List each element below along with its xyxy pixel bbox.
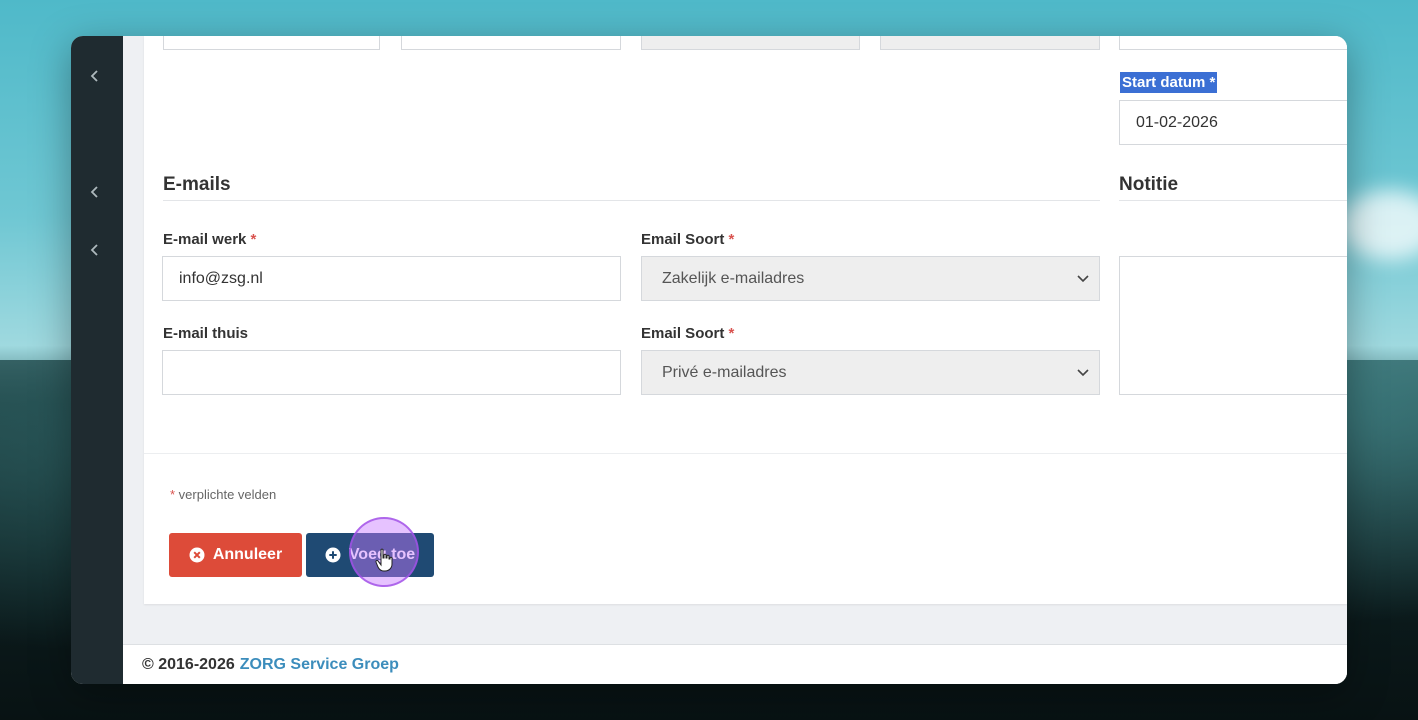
email-work-type-select[interactable]: Zakelijk e-mailadres <box>641 256 1100 301</box>
top-field-cut-1[interactable] <box>163 36 380 50</box>
footer-company-link[interactable]: ZORG Service Groep <box>240 656 399 674</box>
sidebar-toggle-1[interactable] <box>87 70 103 86</box>
email-home-type-label: Email Soort * <box>641 325 735 342</box>
sidebar <box>71 36 123 684</box>
chevron-down-icon <box>1077 368 1089 376</box>
emails-divider <box>163 200 1100 201</box>
notitie-textarea[interactable] <box>1119 256 1347 395</box>
email-home-label: E-mail thuis <box>163 325 249 342</box>
add-button[interactable]: Voeg toe <box>306 533 434 577</box>
email-home-type-select[interactable]: Privé e-mailadres <box>641 350 1100 395</box>
email-work-input[interactable]: info@zsg.nl <box>162 256 621 301</box>
top-field-cut-4[interactable] <box>880 36 1100 50</box>
chevron-down-icon <box>1077 274 1089 282</box>
chevron-left-icon <box>90 244 98 256</box>
cancel-button[interactable]: Annuleer <box>169 533 302 577</box>
emails-section-title: E-mails <box>163 174 231 195</box>
top-field-cut-5[interactable] <box>1119 36 1347 50</box>
cancel-button-label: Annuleer <box>212 546 283 563</box>
background-cloud <box>1340 190 1418 260</box>
chevron-left-icon <box>90 70 98 82</box>
page-footer: © 2016-2026 ZORG Service Groep <box>123 644 1347 684</box>
email-work-type-label: Email Soort * <box>641 231 735 248</box>
sidebar-toggle-3[interactable] <box>87 244 103 260</box>
footer-copyright: © 2016-2026 <box>142 655 235 673</box>
top-field-cut-3[interactable] <box>641 36 860 50</box>
main-content: Start datum * 01-02-2026 E-mails Notitie… <box>123 36 1347 684</box>
plus-circle-icon <box>325 547 341 563</box>
email-work-label: E-mail werk * <box>163 231 257 248</box>
sidebar-toggle-2[interactable] <box>87 186 103 202</box>
notitie-section-title: Notitie <box>1119 174 1179 195</box>
email-home-input[interactable] <box>162 350 621 395</box>
app-window: Start datum * 01-02-2026 E-mails Notitie… <box>71 36 1347 684</box>
times-circle-icon <box>189 547 205 563</box>
chevron-left-icon <box>90 186 98 198</box>
top-field-cut-2[interactable] <box>401 36 621 50</box>
form-footer-divider <box>144 453 1347 454</box>
form-card: Start datum * 01-02-2026 E-mails Notitie… <box>144 36 1347 604</box>
required-fields-note: * verplichte velden <box>170 487 277 502</box>
start-date-label: Start datum * <box>1120 72 1218 93</box>
notitie-divider <box>1119 200 1347 201</box>
start-date-input[interactable]: 01-02-2026 <box>1119 100 1347 145</box>
add-button-label: Voeg toe <box>348 546 416 563</box>
